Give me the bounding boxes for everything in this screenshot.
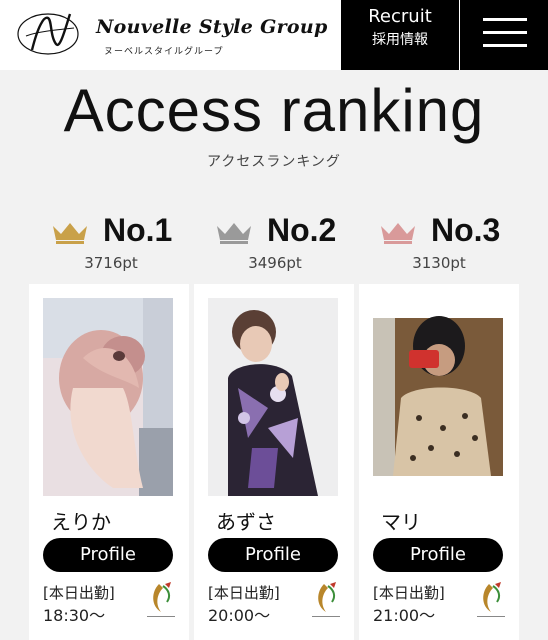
ranking-card-1: えりか Profile [本日出勤] 18:30〜 bbox=[29, 284, 189, 640]
logo-name: Nouvelle Style Group bbox=[96, 16, 328, 38]
shift-label: [本日出勤] bbox=[43, 584, 115, 602]
hamburger-menu-button[interactable] bbox=[460, 0, 548, 70]
profile-button[interactable]: Profile bbox=[43, 538, 173, 572]
site-header: Nouvelle Style Group ヌーベルスタイルグループ Recrui… bbox=[0, 0, 548, 70]
capital-store-logo bbox=[147, 582, 175, 617]
rank-points: 3496pt bbox=[248, 254, 302, 272]
shift-label: [本日出勤] bbox=[208, 584, 280, 602]
capital-store-logo bbox=[477, 582, 505, 617]
cast-photo[interactable] bbox=[373, 298, 503, 496]
hamburger-menu-icon bbox=[483, 31, 527, 34]
rank-points: 3716pt bbox=[84, 254, 138, 272]
shift-time: 21:00〜 bbox=[373, 606, 436, 625]
rank-label: No.3 bbox=[431, 212, 501, 248]
cast-name: マリ bbox=[381, 510, 421, 534]
page-subtitle: アクセスランキング bbox=[207, 154, 341, 170]
rank-points: 3130pt bbox=[412, 254, 466, 272]
profile-button[interactable]: Profile bbox=[208, 538, 338, 572]
cast-photo-image bbox=[373, 298, 503, 496]
logo-monogram-icon bbox=[17, 13, 79, 55]
rank-3: No.3 3130pt bbox=[357, 212, 521, 272]
shift-label: [本日出勤] bbox=[373, 584, 445, 602]
crown-silver-icon bbox=[217, 223, 251, 244]
page-title: Access ranking bbox=[63, 77, 485, 144]
rank-1: No.1 3716pt bbox=[29, 212, 193, 272]
recruit-label-ja: 採用情報 bbox=[372, 32, 428, 48]
cast-name: えりか bbox=[51, 510, 111, 534]
ranking-card-2: あずさ Profile [本日出勤] 20:00〜 bbox=[194, 284, 354, 640]
rank-label: No.2 bbox=[267, 212, 337, 248]
recruit-button[interactable]: Recruit 採用情報 bbox=[341, 0, 459, 70]
logo-subtitle: ヌーベルスタイルグループ bbox=[104, 47, 224, 57]
cast-photo-image bbox=[43, 298, 173, 496]
crown-bronze-icon bbox=[381, 223, 415, 244]
crown-gold-icon bbox=[53, 223, 87, 244]
site-logo[interactable]: Nouvelle Style Group ヌーベルスタイルグループ bbox=[14, 6, 327, 62]
rank-label: No.1 bbox=[103, 212, 173, 248]
cast-photo[interactable] bbox=[208, 298, 338, 496]
cast-photo-image bbox=[208, 298, 338, 496]
shift-time: 18:30〜 bbox=[43, 606, 106, 625]
cast-photo[interactable] bbox=[43, 298, 173, 496]
hamburger-menu-icon bbox=[483, 18, 527, 21]
ranking-card-3: マリ Profile [本日出勤] 21:00〜 bbox=[359, 284, 519, 640]
shift-time: 20:00〜 bbox=[208, 606, 271, 625]
cast-name: あずさ bbox=[216, 510, 276, 534]
capital-store-logo bbox=[312, 582, 340, 617]
hamburger-menu-icon bbox=[483, 44, 527, 47]
profile-button[interactable]: Profile bbox=[373, 538, 503, 572]
recruit-label: Recruit bbox=[368, 6, 432, 27]
rank-2: No.2 3496pt bbox=[193, 212, 357, 272]
